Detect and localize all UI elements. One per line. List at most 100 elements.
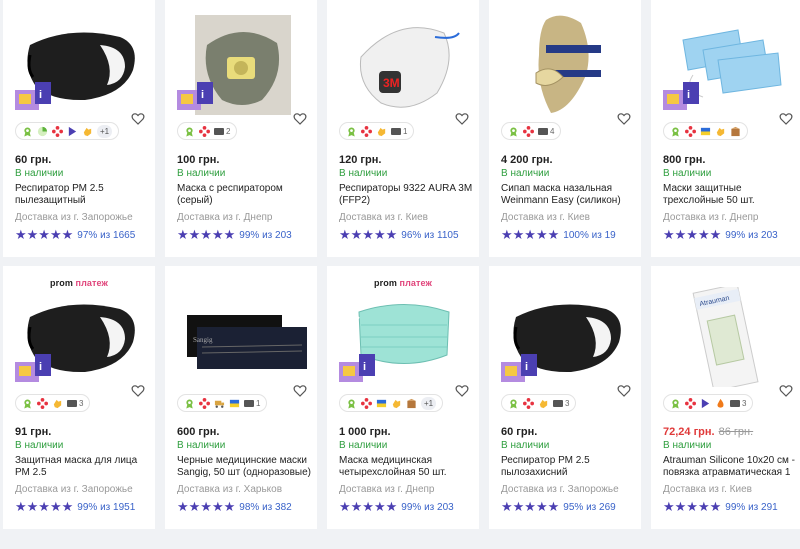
rating[interactable]: ★★★★★ 99% из 1951: [15, 499, 135, 515]
rating-stars: ★★★★★: [339, 499, 398, 514]
feature-icons: +1: [339, 394, 444, 412]
product-card[interactable]: 3M 1 120 грн. В наличии Респираторы 9322 AUR…: [327, 0, 479, 257]
award-icon: [184, 126, 195, 137]
product-title[interactable]: Сипап маска назальная Weinmann Easy (сил…: [501, 183, 636, 207]
rating-text[interactable]: 97% из 1665: [77, 230, 135, 241]
hand-icon: [376, 126, 387, 137]
heart-icon[interactable]: [131, 112, 145, 126]
svg-text:i: i: [687, 89, 690, 101]
hand-icon: [52, 398, 63, 409]
rating[interactable]: ★★★★★ 99% из 291: [663, 499, 778, 515]
product-title[interactable]: Респиратор РМ 2.5 пылозахисний: [501, 455, 636, 479]
award-icon: [508, 398, 519, 409]
heart-icon[interactable]: [293, 384, 307, 398]
product-title[interactable]: Черные медицинские маски Sangig, 50 шт (…: [177, 455, 312, 479]
old-price: 86 грн.: [718, 426, 754, 438]
product-card[interactable]: prom платеж i 3 91 грн. В наличии Защитная ма…: [3, 266, 155, 529]
price: 1 000 грн.: [339, 426, 391, 438]
product-image[interactable]: Sangig: [177, 288, 307, 388]
heart-icon[interactable]: [455, 384, 469, 398]
info-badge-icon: i: [15, 82, 51, 110]
stock-status: В наличии: [15, 440, 64, 451]
ua-icon: [229, 398, 240, 409]
feature-icons: 4: [501, 122, 562, 140]
camera-icon: [67, 399, 77, 407]
rating-text[interactable]: 100% из 19: [563, 230, 615, 241]
product-image[interactable]: 3M: [339, 16, 469, 116]
price: 120 грн.: [339, 154, 382, 166]
award-icon: [22, 398, 33, 409]
photo-count: 3: [553, 399, 569, 408]
ua-icon: [376, 398, 387, 409]
svg-text:i: i: [39, 361, 42, 373]
rating[interactable]: ★★★★★ 95% из 269: [501, 499, 616, 515]
product-card[interactable]: i 2 100 грн. В наличии Маска с респиратором …: [165, 0, 317, 257]
product-title[interactable]: Atrauman Silicone 10x20 см - повязка атр…: [663, 455, 798, 479]
product-card[interactable]: i +1 60 грн. В наличии Респиратор РМ 2.5 пыл…: [3, 0, 155, 257]
more-badge[interactable]: +1: [97, 124, 113, 138]
feature-icons: +1: [15, 122, 120, 140]
product-card[interactable]: Atrauman 3 72,24 грн. 86 грн. В наличии Atrau…: [651, 266, 800, 529]
product-title[interactable]: Респиратор РМ 2.5 пылезащитный: [15, 183, 150, 207]
truck-icon: [214, 398, 225, 409]
product-card[interactable]: i 800 грн. В наличии Маски защитные трехсло…: [651, 0, 800, 257]
product-card[interactable]: prom платеж i +1 1 000 грн. В наличии Маска м…: [327, 266, 479, 529]
heart-icon[interactable]: [617, 384, 631, 398]
rating-text[interactable]: 95% из 269: [563, 502, 615, 513]
stock-status: В наличии: [177, 168, 226, 179]
award-icon: [22, 126, 33, 137]
heart-icon[interactable]: [779, 384, 793, 398]
dots-icon: [523, 397, 534, 409]
photo-count: 1: [391, 127, 407, 136]
rating[interactable]: ★★★★★ 96% из 1105: [339, 227, 459, 243]
product-card[interactable]: Sangig 1 600 грн. В наличии Черные медицинск…: [165, 266, 317, 529]
rating-text[interactable]: 99% из 291: [725, 502, 777, 513]
dots-icon: [523, 125, 534, 137]
rating[interactable]: ★★★★★ 99% из 203: [339, 499, 454, 515]
rating[interactable]: ★★★★★ 99% из 203: [663, 227, 778, 243]
rating[interactable]: ★★★★★ 99% из 203: [177, 227, 292, 243]
dots-icon: [199, 397, 210, 409]
photo-count: 4: [538, 127, 554, 136]
rating-text[interactable]: 99% из 1951: [77, 502, 135, 513]
ua-icon: [700, 126, 711, 137]
rating-text[interactable]: 99% из 203: [725, 230, 777, 241]
feature-icons: 3: [663, 394, 754, 412]
product-card[interactable]: 4 4 200 грн. В наличии Сипап маска назальна…: [489, 0, 641, 257]
rating-text[interactable]: 99% из 203: [401, 502, 453, 513]
product-image[interactable]: [501, 14, 631, 116]
rating-text[interactable]: 98% из 382: [239, 502, 291, 513]
svg-text:3M: 3M: [383, 76, 400, 90]
rating[interactable]: ★★★★★ 98% из 382: [177, 499, 292, 515]
price: 72,24 грн. 86 грн.: [663, 426, 754, 438]
rating[interactable]: ★★★★★ 97% из 1665: [15, 227, 135, 243]
heart-icon[interactable]: [779, 112, 793, 126]
price: 100 грн.: [177, 154, 220, 166]
dots-icon: [52, 125, 63, 137]
stock-status: В наличии: [339, 168, 388, 179]
product-title[interactable]: Защитная маска для лица РМ 2.5: [15, 455, 150, 479]
product-title[interactable]: Маски защитные трехслойные 50 шт.: [663, 183, 798, 207]
rating[interactable]: ★★★★★ 100% из 19: [501, 227, 616, 243]
heart-icon[interactable]: [617, 112, 631, 126]
box-icon: [406, 398, 417, 409]
heart-icon[interactable]: [131, 384, 145, 398]
product-image[interactable]: Atrauman: [663, 282, 793, 392]
price: 91 грн.: [15, 426, 52, 438]
info-badge-icon: i: [663, 82, 699, 110]
feature-icons: 3: [15, 394, 91, 412]
product-title[interactable]: Респираторы 9322 AURA 3M (FFP2): [339, 183, 474, 207]
fire-icon: [715, 398, 726, 409]
product-card[interactable]: i 3 60 грн. В наличии Респиратор РМ 2.5 пыло…: [489, 266, 641, 529]
rating-text[interactable]: 99% из 203: [239, 230, 291, 241]
rating-text[interactable]: 96% из 1105: [401, 230, 458, 241]
more-badge[interactable]: +1: [421, 396, 437, 410]
price: 800 грн.: [663, 154, 706, 166]
product-title[interactable]: Маска медицинская четырехслойная 50 шт.: [339, 455, 474, 479]
heart-icon[interactable]: [293, 112, 307, 126]
delivery-info: Доставка из г. Запорожье: [501, 484, 619, 495]
rating-stars: ★★★★★: [15, 227, 74, 242]
dots-icon: [685, 397, 696, 409]
product-title[interactable]: Маска с респиратором (серый): [177, 183, 312, 207]
heart-icon[interactable]: [455, 112, 469, 126]
